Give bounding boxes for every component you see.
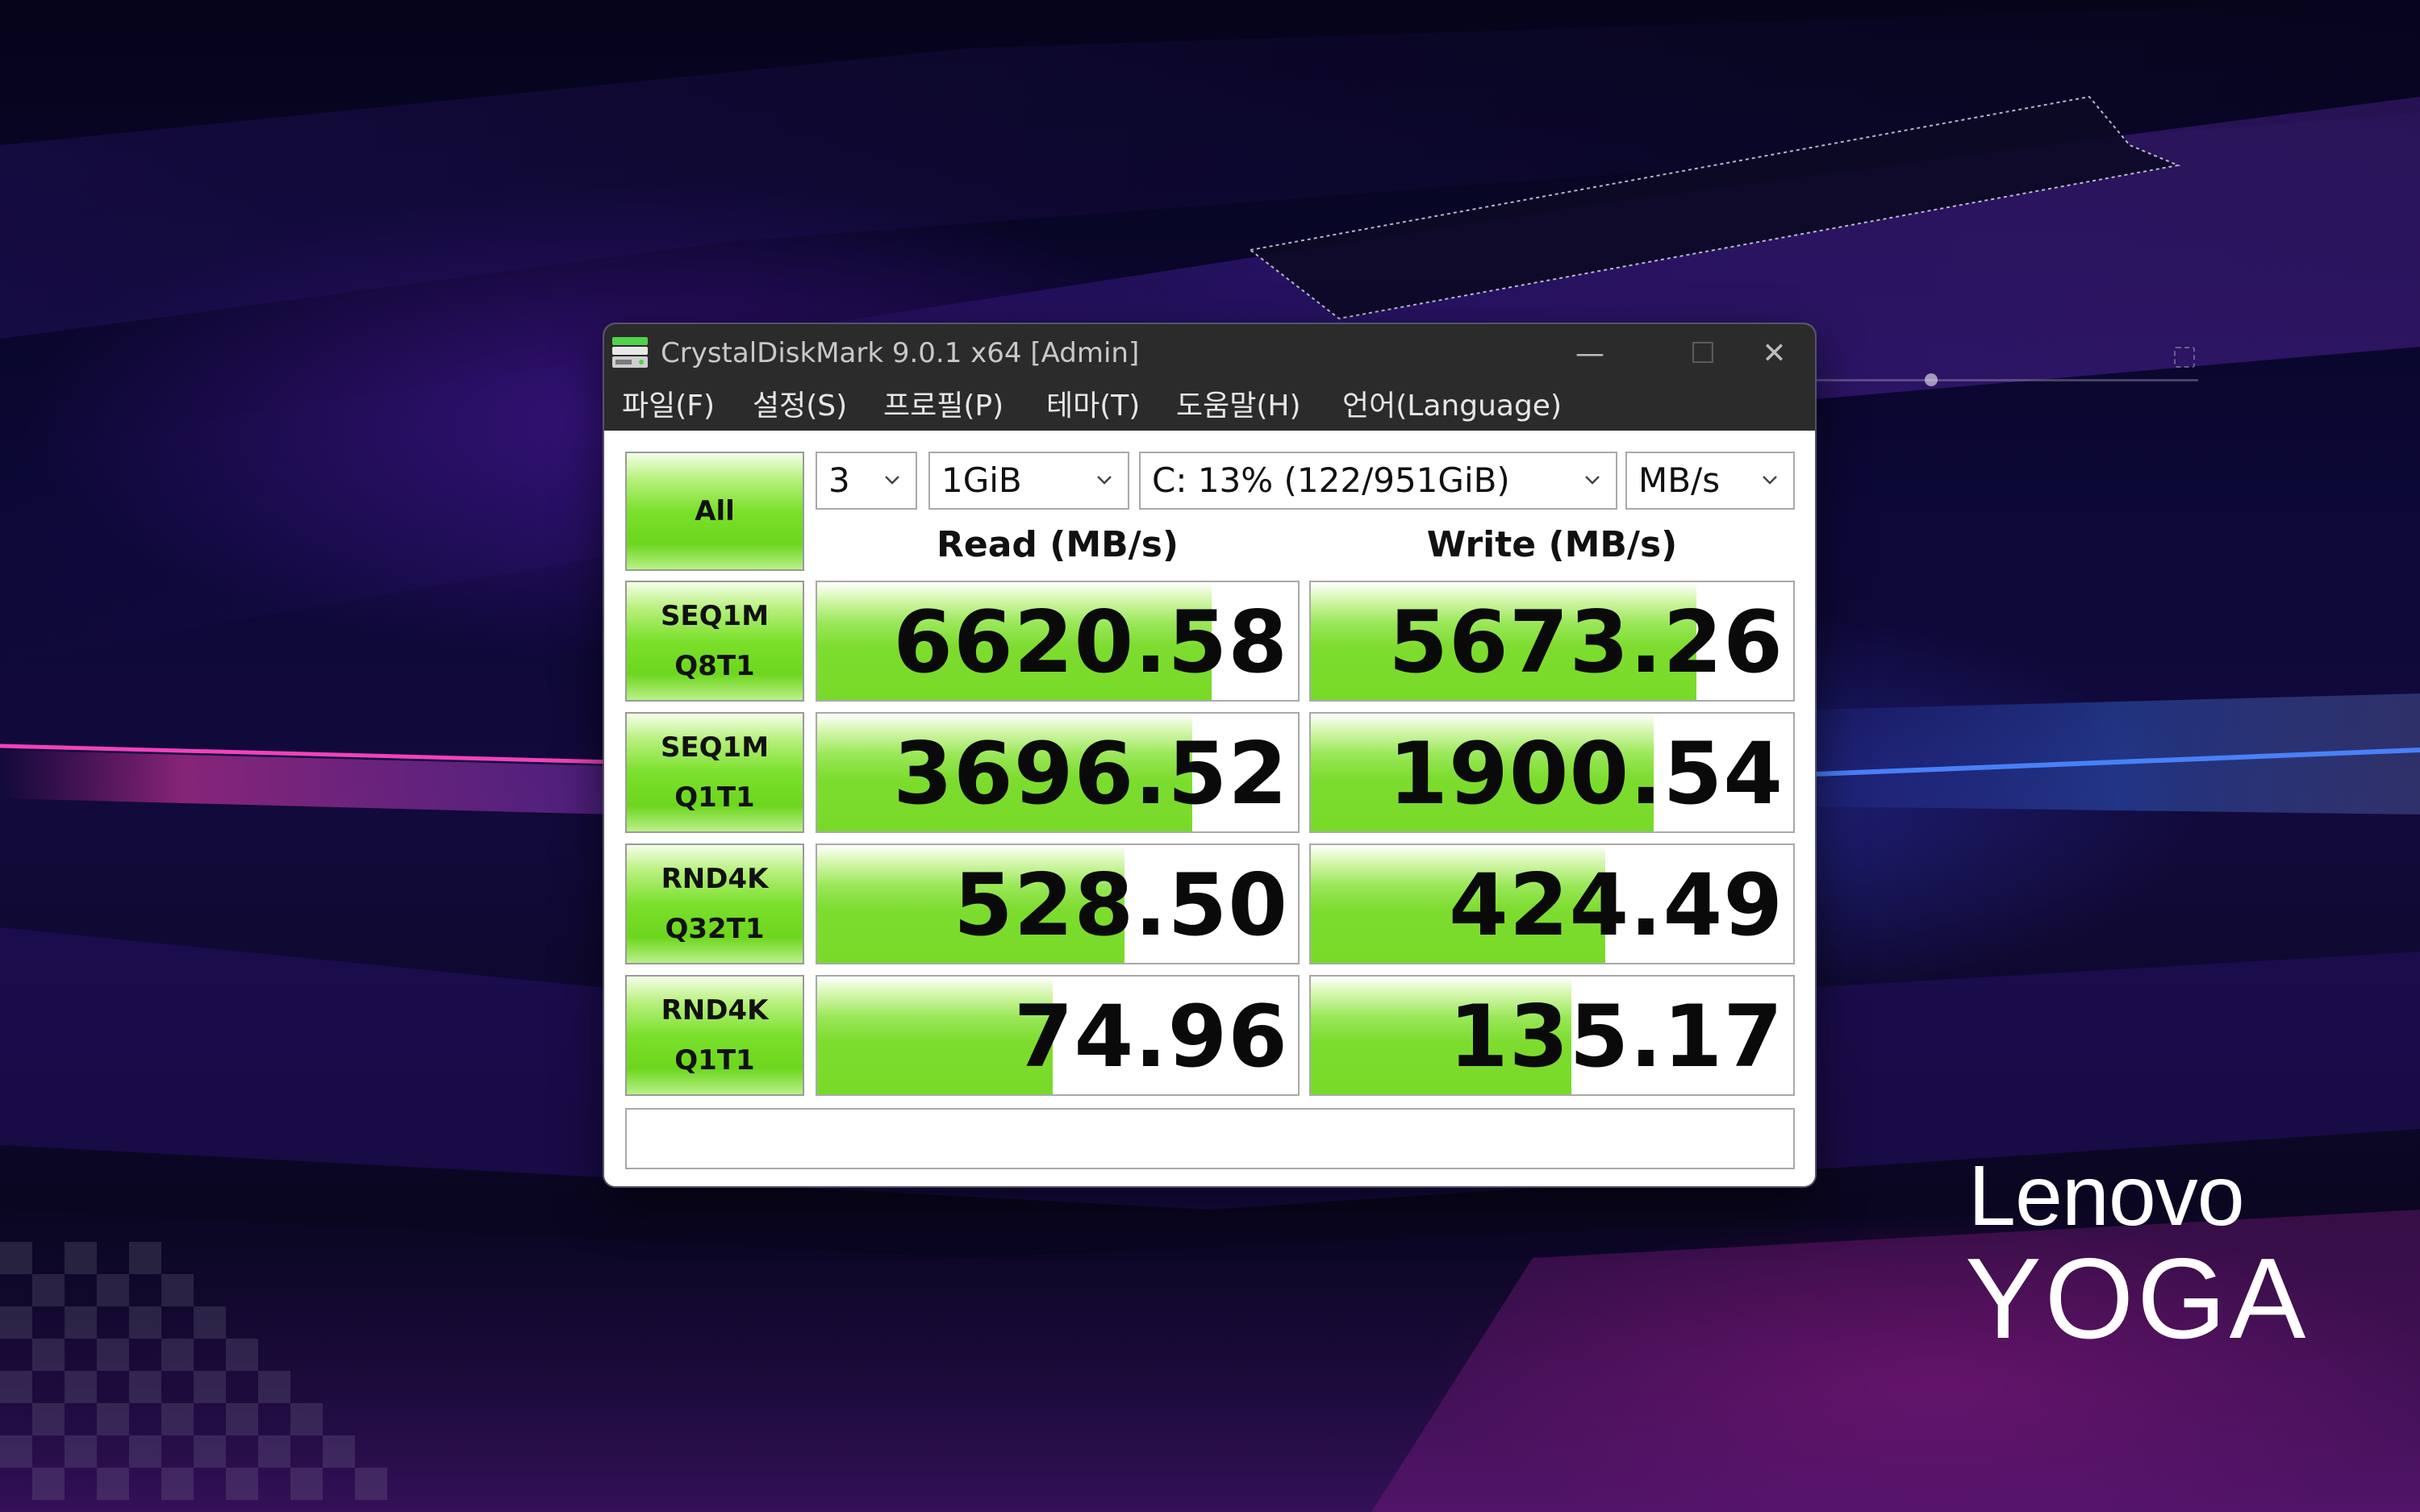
brand-yoga-text: YOGA [1965, 1235, 2309, 1363]
test-name-line1: SEQ1M [660, 731, 770, 764]
background-slider-track [1815, 379, 2198, 381]
unit-select[interactable]: MB/s [1625, 452, 1795, 510]
read-result-seq1m-q8t1: 6620.58 [816, 581, 1300, 702]
menu-help[interactable]: 도움말(H) [1176, 387, 1301, 426]
write-column-header: Write (MB/s) [1426, 524, 1678, 565]
chevron-down-icon [885, 476, 899, 485]
menu-file[interactable]: 파일(F) [622, 387, 715, 426]
lenovo-yoga-logo: Lenovo YOGA [1965, 1148, 2347, 1363]
read-result-value: 3696.52 [893, 724, 1288, 823]
fullscreen-icon [2174, 347, 2195, 368]
chevron-down-icon [1585, 476, 1600, 485]
read-result-rnd4k-q32t1: 528.50 [816, 843, 1300, 964]
runs-select-value: 3 [828, 460, 850, 500]
test-name-line1: SEQ1M [660, 600, 770, 632]
test-size-value: 1GiB [941, 460, 1022, 500]
benchmark-panel: All 3 1GiB C: 13% (122/951GiB) MB/s Read… [604, 431, 1815, 1186]
test-name-line1: RND4K [661, 863, 769, 895]
test-size-select[interactable]: 1GiB [928, 452, 1129, 510]
write-result-seq1m-q1t1: 1900.54 [1309, 712, 1795, 833]
brand-lenovo-text: Lenovo [1968, 1148, 2245, 1243]
comment-field[interactable] [625, 1108, 1795, 1169]
read-result-value: 528.50 [953, 856, 1288, 955]
test-name-line1: RND4K [661, 994, 769, 1027]
close-button[interactable]: ✕ [1734, 324, 1815, 382]
run-all-button[interactable]: All [625, 452, 804, 571]
menu-settings[interactable]: 설정(S) [753, 387, 847, 426]
test-name-line2: Q8T1 [674, 650, 755, 682]
read-result-value: 74.96 [1013, 987, 1288, 1086]
write-result-rnd4k-q32t1: 424.49 [1309, 843, 1795, 964]
write-result-value: 424.49 [1448, 856, 1784, 955]
test-rnd4k-q1t1-button[interactable]: RND4K Q1T1 [625, 975, 804, 1096]
test-name-line2: Q32T1 [665, 913, 765, 945]
menu-language[interactable]: 언어(Language) [1342, 387, 1562, 426]
menu-bar: 파일(F) 설정(S) 프로필(P) 테마(T) 도움말(H) 언어(Langu… [604, 382, 1815, 431]
drive-select[interactable]: C: 13% (122/951GiB) [1139, 452, 1617, 510]
menu-theme[interactable]: 테마(T) [1046, 387, 1140, 426]
window-title: CrystalDiskMark 9.0.1 x64 [Admin] [661, 337, 1140, 369]
read-column-header: Read (MB/s) [936, 524, 1179, 565]
chevron-down-icon [1763, 476, 1777, 485]
read-result-seq1m-q1t1: 3696.52 [816, 712, 1300, 833]
write-result-rnd4k-q1t1: 135.17 [1309, 975, 1795, 1096]
chevron-down-icon [1097, 476, 1112, 485]
title-bar[interactable]: CrystalDiskMark 9.0.1 x64 [Admin] — ☐ ✕ [604, 324, 1815, 382]
unit-select-value: MB/s [1638, 460, 1721, 500]
drive-select-value: C: 13% (122/951GiB) [1152, 460, 1510, 500]
menu-profile[interactable]: 프로필(P) [883, 387, 1003, 426]
test-seq1m-q8t1-button[interactable]: SEQ1M Q8T1 [625, 581, 804, 702]
write-result-value: 5673.26 [1388, 593, 1784, 692]
test-name-line2: Q1T1 [674, 1044, 755, 1077]
crystaldiskmark-app-icon [612, 337, 648, 368]
write-result-value: 1900.54 [1388, 724, 1784, 823]
write-result-value: 135.17 [1448, 987, 1784, 1086]
test-rnd4k-q32t1-button[interactable]: RND4K Q32T1 [625, 843, 804, 964]
crystaldiskmark-window: CrystalDiskMark 9.0.1 x64 [Admin] — ☐ ✕ … [604, 324, 1815, 1186]
read-result-value: 6620.58 [893, 593, 1288, 692]
background-slider-knob [1925, 373, 1938, 386]
minimize-button[interactable]: — [1533, 324, 1646, 382]
test-seq1m-q1t1-button[interactable]: SEQ1M Q1T1 [625, 712, 804, 833]
test-name-line2: Q1T1 [674, 781, 755, 814]
read-result-rnd4k-q1t1: 74.96 [816, 975, 1300, 1096]
runs-select[interactable]: 3 [816, 452, 917, 510]
write-result-seq1m-q8t1: 5673.26 [1309, 581, 1795, 702]
